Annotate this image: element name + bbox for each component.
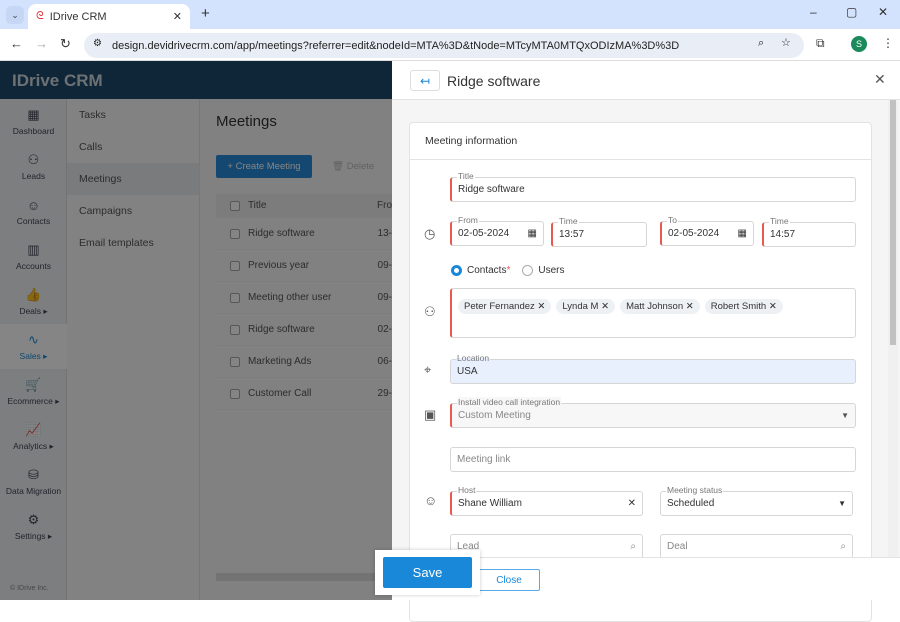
to-date-field[interactable]: To 02-05-2024 ▦ [660,215,754,246]
vertical-scrollbar[interactable] [888,100,898,557]
remove-chip-icon[interactable]: ✕ [686,301,694,312]
profile-avatar[interactable]: S [851,36,867,52]
video-value: Custom Meeting [458,410,531,421]
title-field[interactable]: Title Ridge software [450,171,856,202]
reload-icon[interactable]: ↻ [60,36,71,52]
tab-close-icon[interactable]: ✕ [173,10,182,23]
edit-meeting-panel: ↤ Ridge software ✕ Meeting information T… [392,61,900,622]
users-label: Users [538,265,565,276]
from-date-field[interactable]: From 02-05-2024 ▦ [450,215,544,246]
site-info-icon[interactable]: ⚙ [93,38,102,49]
location-label: Location [456,353,491,363]
dropdown-caret-icon: ▼ [841,411,849,420]
favicon-icon: ᘓ [36,10,44,22]
to-time-field[interactable]: Time 14:57 [762,216,856,247]
new-tab-icon[interactable]: + [201,5,210,22]
contacts-radio[interactable] [451,265,462,276]
users-radio[interactable] [522,265,534,276]
panel-header: ↤ Ridge software ✕ [392,61,900,100]
browser-tab[interactable]: ᘓ IDrive CRM ✕ [28,4,190,29]
panel-title: Ridge software [447,73,541,89]
back-arrow-button[interactable]: ↤ [410,70,440,91]
tab-search-icon[interactable]: ⌄ [6,6,24,24]
participant-name: Robert Smith [710,301,767,312]
meeting-info-card: Meeting information Title Ridge software … [409,122,872,622]
to-date: 02-05-2024 [668,228,720,239]
save-button[interactable]: Save [383,557,472,588]
participant-chip: Matt Johnson ✕ [620,299,700,314]
panel-close-icon[interactable]: ✕ [874,71,886,88]
dropdown-caret-icon: ▼ [838,499,846,508]
tab-title: IDrive CRM [49,10,107,23]
meeting-status-select[interactable]: Meeting status Scheduled ▼ [660,485,853,516]
participant-chip: Lynda M ✕ [556,299,616,314]
video-label: Install video call integration [457,397,562,407]
contacts-label: Contacts [467,265,507,276]
location-field[interactable]: Location USA [450,353,856,384]
to-time: 14:57 [770,229,796,240]
required-mark: * [506,265,511,276]
maximize-icon[interactable]: ▢ [846,5,857,19]
video-call-icon: ▣ [424,407,437,422]
extensions-icon[interactable]: ⧉ [816,36,825,51]
from-label: From [457,215,479,225]
bookmark-star-icon[interactable]: ☆ [781,36,791,49]
deal-search-input[interactable]: Deal ⌕ [660,534,853,559]
calendar-icon[interactable]: ▦ [738,228,747,239]
from-time-label: Time [558,216,579,226]
participant-name: Lynda M [562,301,599,312]
people-icon: ⚇ [424,304,436,319]
participants-field[interactable]: Peter Fernandez ✕ Lynda M ✕ Matt Johnson ✕… [450,288,856,338]
from-time-field[interactable]: Time 13:57 [551,216,647,247]
calendar-icon[interactable]: ▦ [528,228,537,239]
video-integration-select[interactable]: Install video call integration Custom Mee… [450,397,856,428]
location-value: USA [457,366,478,377]
to-label: To [667,215,678,225]
url-text: design.devidrivecrm.com/app/meetings?ref… [112,39,680,52]
status-label: Meeting status [666,485,724,495]
from-time: 13:57 [559,229,585,240]
title-value: Ridge software [458,184,525,195]
modal-overlay[interactable] [0,61,392,600]
search-icon: ⌕ [630,541,636,552]
zoom-icon[interactable]: ⌕ [758,37,764,50]
status-value: Scheduled [667,498,715,509]
host-field[interactable]: Host Shane William ✕ [450,485,643,516]
close-button[interactable]: Close [478,569,540,591]
remove-chip-icon[interactable]: ✕ [537,301,545,312]
browser-tab-bar: ⌄ ᘓ IDrive CRM ✕ + – ▢ ✕ [0,0,900,29]
location-pin-icon: ⌖ [424,362,432,377]
participant-name: Matt Johnson [626,301,684,312]
participant-name: Peter Fernandez [464,301,535,312]
host-label: Host [457,485,477,495]
url-input[interactable]: design.devidrivecrm.com/app/meetings?ref… [84,33,804,58]
back-icon[interactable]: ← [10,36,23,51]
save-highlight: Save [375,550,480,595]
participant-chip: Peter Fernandez ✕ [458,299,552,314]
section-title: Meeting information [410,123,871,160]
deal-placeholder: Deal [667,541,688,552]
from-date: 02-05-2024 [458,228,510,239]
crm-app: IDrive CRM ▦ Dashboard ⚇ Leads ☺ Contacts ▥ Acc… [0,61,900,622]
forward-icon[interactable]: → [35,36,48,51]
menu-icon[interactable]: ⋮ [882,36,894,50]
title-label: Title [457,171,475,181]
address-bar-row: ← → ↻ design.devidrivecrm.com/app/meetin… [0,29,900,61]
host-person-icon: ☺ [424,493,438,508]
remove-chip-icon[interactable]: ✕ [601,301,609,312]
to-time-label: Time [769,216,790,226]
host-value: Shane William [458,498,522,509]
participant-type-radio: Contacts * Users [451,265,565,276]
window-close-icon[interactable]: ✕ [878,5,888,19]
meeting-link-placeholder: Meeting link [457,454,511,465]
minimize-icon[interactable]: – [810,5,817,19]
participant-chip: Robert Smith ✕ [704,299,783,314]
meeting-link-input[interactable]: Meeting link [450,447,856,472]
remove-chip-icon[interactable]: ✕ [769,301,777,312]
clear-host-icon[interactable]: ✕ [628,498,636,509]
clock-icon: ◷ [424,226,436,241]
search-icon: ⌕ [840,541,846,552]
